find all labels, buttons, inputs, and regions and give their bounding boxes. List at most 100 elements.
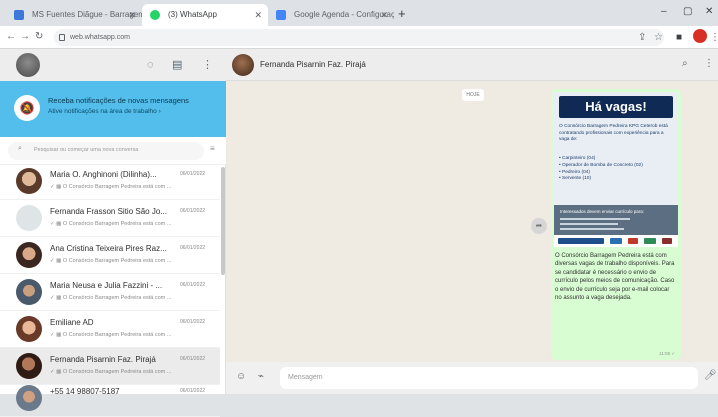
date-badge: HOJE: [462, 89, 484, 101]
contact-name[interactable]: Fernanda Pisarnin Faz. Pirajá: [260, 60, 366, 69]
search-input[interactable]: ⌕ Pesquisar ou começar uma nova conversa: [8, 142, 204, 160]
search-icon[interactable]: ⌕: [682, 58, 688, 69]
search-row: ⌕ Pesquisar ou começar uma nova conversa…: [0, 137, 226, 165]
address-bar-row: ← → ↻ web.whatsapp.com ⇪ ☆ ■ ⋮: [0, 26, 718, 49]
status-icon[interactable]: ◌: [147, 58, 154, 72]
whatsapp-app: ◌ ▤ ⋮ 🔕 Receba notificações de novas men…: [0, 49, 718, 417]
chat-date: 06/01/2022: [180, 282, 206, 288]
contact-avatar: [16, 279, 42, 305]
chat-name: Fernanda Frasson Sitio São Jo...: [50, 207, 167, 216]
message-bubble[interactable]: Há vagas! O Consórcio Barragem Pedreira …: [551, 89, 681, 360]
new-tab-button[interactable]: +: [398, 4, 406, 24]
attach-icon[interactable]: ⌁: [258, 371, 264, 382]
tab-title: MS Fuentes Diãgue - Barragem: [32, 10, 142, 19]
url-text: web.whatsapp.com: [70, 34, 130, 41]
site-favicon: [14, 10, 24, 20]
chat-list-scrollbar[interactable]: [221, 167, 225, 275]
reload-button[interactable]: ↻: [35, 30, 43, 44]
chat-preview: ✓ ▦ O Consórcio Barragem Pedreira está c…: [50, 332, 172, 338]
message-composer: ☺ ⌁ Mensagem 🎤︎: [226, 362, 718, 394]
poster-job-list: • Carpinteiro (04) • Operador de Bomba d…: [559, 156, 674, 183]
url-field[interactable]: web.whatsapp.com: [54, 29, 664, 46]
chat-date: 06/01/2022: [180, 319, 206, 325]
forward-icon[interactable]: ➦: [531, 218, 547, 234]
close-tab-icon[interactable]: ✕: [254, 4, 262, 26]
chat-list-item[interactable]: +55 14 98807-5187 06/01/2022: [0, 380, 220, 417]
maximize-button[interactable]: ▢: [683, 4, 692, 20]
filter-icon[interactable]: ≡: [210, 144, 215, 153]
contact-avatar: [16, 316, 42, 342]
chat-name: +55 14 98807-5187: [50, 387, 120, 396]
chat-list-item[interactable]: Ana Cristina Teixeira Pires Raz... 06/01…: [0, 237, 220, 274]
back-button[interactable]: ←: [6, 30, 16, 44]
notification-link[interactable]: Ative notificações na área de trabalho ›: [48, 108, 161, 115]
message-text: O Consórcio Barragem Pedreira está com d…: [555, 253, 675, 302]
poster-band-line: [560, 223, 618, 225]
conversation-panel: Fernanda Pisarnin Faz. Pirajá ⌕ ⋮ HOJE ➦…: [226, 49, 718, 394]
notification-banner[interactable]: 🔕 Receba notificações de novas mensagens…: [0, 81, 226, 137]
contact-avatar: [16, 168, 42, 194]
bell-off-icon: 🔕: [14, 95, 40, 121]
browser-tab-3[interactable]: Google Agenda - Configuração ✕: [268, 4, 394, 26]
logo-mark: [628, 238, 638, 244]
chat-date: 06/01/2022: [180, 388, 206, 394]
chat-name: Emiliane AD: [50, 318, 94, 327]
poster-contact-band: Interessados devem enviar currículo para…: [554, 205, 678, 235]
chat-name: Maria O. Anghinoni (Dilinha)...: [50, 170, 157, 179]
message-time: 11:08 ✓: [659, 351, 675, 356]
tab-title: (3) WhatsApp: [168, 10, 217, 19]
job-poster-image[interactable]: Há vagas! O Consórcio Barragem Pedreira …: [554, 92, 678, 247]
poster-band-line: [560, 228, 624, 230]
chat-list-item[interactable]: Fernanda Frasson Sitio São Jo... 06/01/2…: [0, 200, 220, 237]
chat-preview: ✓ ▦ O Consórcio Barragem Pedreira está c…: [50, 295, 172, 301]
search-icon: ⌕: [18, 145, 22, 152]
search-placeholder: Pesquisar ou começar uma nova conversa: [34, 147, 139, 153]
contact-avatar: [16, 353, 42, 379]
poster-job-item: • Operador de Bomba de Concreto (02): [559, 162, 643, 168]
my-avatar[interactable]: [16, 53, 40, 77]
browser-tab-2[interactable]: (3) WhatsApp ✕: [142, 4, 268, 26]
microphone-icon[interactable]: 🎤︎: [704, 370, 717, 381]
contact-avatar[interactable]: [232, 54, 254, 76]
close-window-button[interactable]: ✕: [705, 4, 713, 20]
chat-name: Maria Neusa e Julia Fazzini - ...: [50, 281, 163, 290]
minimize-button[interactable]: –: [661, 4, 667, 20]
extension-icon[interactable]: ■: [676, 32, 682, 44]
lock-icon: [59, 34, 65, 41]
menu-icon[interactable]: ⋮: [704, 58, 714, 69]
browser-tab-1[interactable]: MS Fuentes Diãgue - Barragem ✕: [6, 4, 142, 26]
browser-menu-icon[interactable]: ⋮: [710, 32, 718, 44]
default-avatar-icon: [16, 205, 42, 231]
sidebar-header: ◌ ▤ ⋮: [0, 49, 226, 81]
logo-mark: [644, 238, 656, 244]
logo-mark: [610, 238, 622, 244]
chat-list-item[interactable]: Maria Neusa e Julia Fazzini - ... 06/01/…: [0, 274, 220, 311]
share-icon[interactable]: ⇪: [638, 32, 646, 44]
chat-date: 06/01/2022: [180, 356, 206, 362]
message-input[interactable]: Mensagem: [280, 367, 698, 389]
calendar-favicon: [276, 10, 286, 20]
chat-preview: ✓ ▦ O Consórcio Barragem Pedreira está c…: [50, 258, 172, 264]
logo-mark: [662, 238, 672, 244]
chat-preview: ✓ ▦ O Consórcio Barragem Pedreira está c…: [50, 369, 172, 375]
chat-list-panel: ◌ ▤ ⋮ 🔕 Receba notificações de novas men…: [0, 49, 226, 417]
chat-date: 06/01/2022: [180, 245, 206, 251]
notification-title: Receba notificações de novas mensagens: [48, 96, 189, 105]
menu-icon[interactable]: ⋮: [202, 58, 213, 72]
bookmark-star-icon[interactable]: ☆: [654, 32, 663, 44]
close-tab-icon[interactable]: ✕: [128, 4, 136, 26]
chat-date: 06/01/2022: [180, 208, 206, 214]
chat-date: 06/01/2022: [180, 171, 206, 177]
chat-name: Ana Cristina Teixeira Pires Raz...: [50, 244, 167, 253]
close-tab-icon[interactable]: ✕: [380, 4, 388, 26]
poster-logos: [554, 235, 678, 247]
poster-intro: O Consórcio Barragem Pedreira KPG Cetero…: [559, 124, 668, 142]
profile-avatar[interactable]: [693, 29, 707, 43]
forward-button[interactable]: →: [20, 30, 30, 44]
emoji-icon[interactable]: ☺: [236, 371, 246, 382]
contact-avatar: [16, 242, 42, 268]
chat-list-item[interactable]: Maria O. Anghinoni (Dilinha)... 06/01/20…: [0, 163, 220, 200]
chat-list-item[interactable]: Emiliane AD 06/01/2022 ✓ ▦ O Consórcio B…: [0, 311, 220, 348]
chat-preview: ✓ ▦ O Consórcio Barragem Pedreira está c…: [50, 221, 172, 227]
new-chat-icon[interactable]: ▤: [172, 58, 182, 72]
